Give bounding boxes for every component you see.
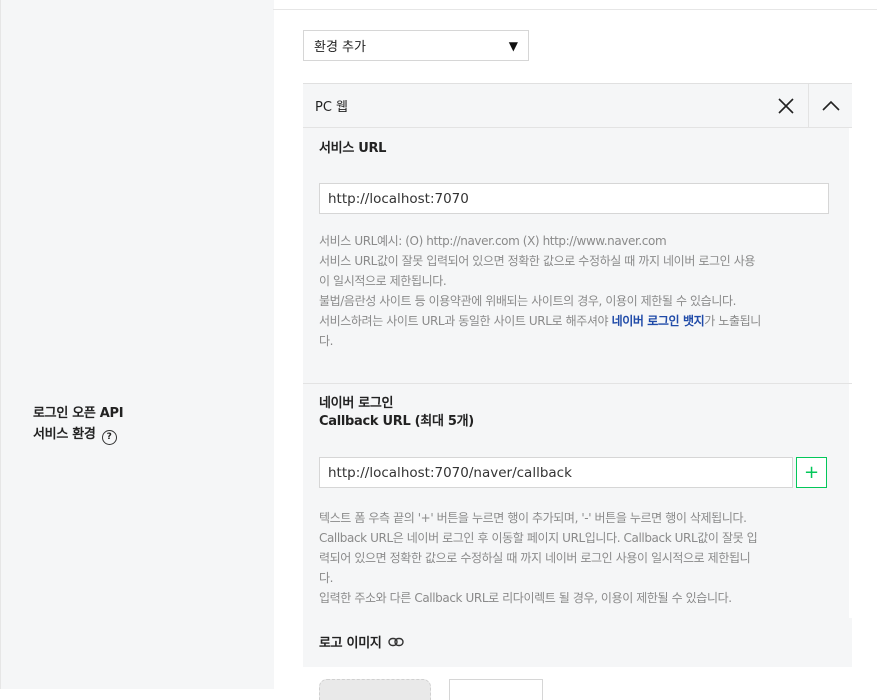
service-url-title: 서비스 URL — [319, 141, 387, 156]
collapse-panel-button[interactable] — [808, 84, 853, 128]
close-panel-button[interactable] — [764, 84, 808, 128]
top-divider — [273, 9, 877, 10]
logo-upload-button[interactable] — [449, 679, 543, 700]
chevron-up-icon — [822, 100, 840, 111]
naver-login-badge-text: 네이버 로그인 뱃지 — [611, 314, 705, 328]
service-url-input[interactable]: http://localhost:7070 — [319, 183, 829, 214]
caret-down-icon: ▼ — [508, 38, 518, 53]
field-label: 로그인 오픈 API 서비스 환경? — [33, 403, 124, 445]
section-divider — [303, 383, 852, 384]
plus-icon: + — [803, 461, 820, 483]
help-icon[interactable]: ? — [101, 430, 117, 445]
logo-image-thumbnail[interactable] — [319, 679, 431, 700]
field-label-line2: 서비스 환경 — [33, 427, 96, 442]
field-label-column — [0, 0, 274, 689]
panel-title: PC 웹 — [315, 100, 349, 115]
link-icon[interactable] — [388, 637, 404, 647]
environment-panel-pc-web: PC 웹 서비스 URL http://localhost:7070 서비스 U… — [303, 83, 852, 700]
close-icon — [778, 98, 794, 114]
callback-url-help: 텍스트 폼 우측 끝의 '+' 버튼을 누르면 행이 추가되며, '-' 버튼을… — [319, 511, 758, 605]
environment-select[interactable]: 환경 추가 ▼ — [303, 30, 529, 61]
logo-image-title: 로고 이미지 — [319, 635, 404, 653]
panel-header: PC 웹 — [303, 84, 852, 128]
add-callback-url-button[interactable]: + — [796, 457, 827, 488]
service-url-help: 서비스 URL예시: (O) http://naver.com (X) http… — [319, 234, 761, 348]
environment-select-value: 환경 추가 — [314, 40, 366, 55]
field-label-line1: 로그인 오픈 API — [33, 406, 124, 421]
callback-url-input[interactable]: http://localhost:7070/naver/callback — [319, 457, 793, 488]
logo-image-section: 로고 이미지 — [303, 621, 852, 668]
callback-url-title: 네이버 로그인 Callback URL (최대 5개) — [319, 396, 474, 429]
